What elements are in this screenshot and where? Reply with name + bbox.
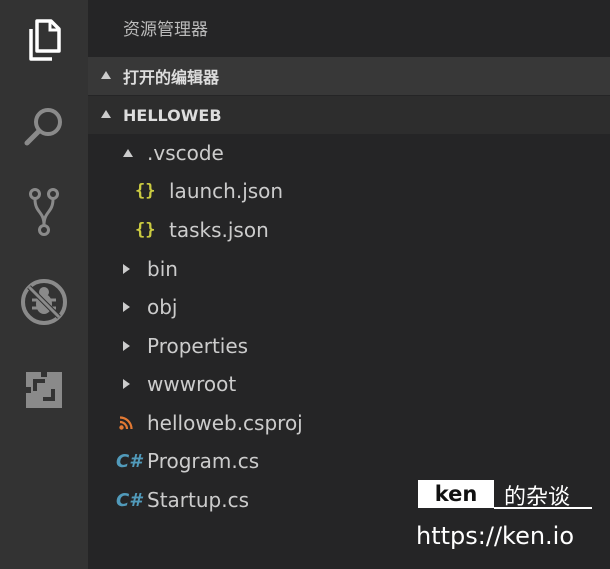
tree-item-label: obj bbox=[147, 295, 178, 319]
tree-item-label: wwwroot bbox=[147, 372, 237, 396]
rss-icon bbox=[119, 416, 133, 430]
tree-item-obj[interactable]: obj bbox=[88, 288, 610, 326]
activity-bar bbox=[0, 0, 88, 569]
tree-item-wwwroot[interactable]: wwwroot bbox=[88, 365, 610, 403]
panel-title: 资源管理器 bbox=[123, 20, 208, 40]
project-section[interactable]: HELLOWEB bbox=[88, 96, 610, 134]
files-icon[interactable] bbox=[0, 0, 88, 80]
search-icon[interactable] bbox=[0, 87, 88, 167]
json-file-icon: {} bbox=[135, 220, 156, 240]
tree-item-label: launch.json bbox=[169, 179, 284, 203]
chevron-right-icon bbox=[123, 341, 130, 351]
tree-item-label: Startup.cs bbox=[147, 488, 250, 512]
open-editors-section[interactable]: 打开的编辑器 bbox=[88, 57, 610, 95]
watermark-url: https://ken.io bbox=[416, 522, 575, 550]
tree-item-tasks-json[interactable]: {} tasks.json bbox=[88, 211, 610, 249]
tree-item-bin[interactable]: bin bbox=[88, 250, 610, 288]
csharp-file-icon: C# bbox=[116, 450, 142, 472]
chevron-right-icon bbox=[123, 264, 130, 274]
watermark-badge: ken 的杂谈 bbox=[418, 480, 592, 510]
chevron-down-icon bbox=[101, 110, 111, 118]
chevron-right-icon bbox=[123, 379, 130, 389]
project-label: HELLOWEB bbox=[123, 105, 222, 125]
tree-item-label: Program.cs bbox=[147, 449, 260, 473]
tree-item-label: .vscode bbox=[147, 141, 224, 165]
tree-item-label: tasks.json bbox=[169, 218, 269, 242]
extensions-icon[interactable] bbox=[0, 350, 88, 430]
tree-item-launch-json[interactable]: {} launch.json bbox=[88, 172, 610, 210]
json-file-icon: {} bbox=[135, 181, 156, 201]
tree-item-vscode[interactable]: .vscode bbox=[88, 134, 610, 172]
tree-item-program-cs[interactable]: C# Program.cs bbox=[88, 442, 610, 480]
source-control-icon[interactable] bbox=[0, 172, 88, 252]
open-editors-label: 打开的编辑器 bbox=[123, 68, 220, 87]
tree-item-label: bin bbox=[147, 257, 178, 281]
debug-icon[interactable] bbox=[0, 262, 88, 342]
chevron-down-icon bbox=[123, 149, 133, 157]
tree-item-properties[interactable]: Properties bbox=[88, 327, 610, 365]
tree-item-label: helloweb.csproj bbox=[147, 411, 303, 435]
chevron-right-icon bbox=[123, 302, 130, 312]
tree-item-label: Properties bbox=[147, 334, 249, 358]
tree-item-csproj[interactable]: helloweb.csproj bbox=[88, 404, 610, 442]
watermark-underline bbox=[494, 507, 592, 509]
csharp-file-icon: C# bbox=[116, 489, 142, 511]
watermark-brand: ken bbox=[418, 480, 494, 508]
chevron-down-icon bbox=[101, 71, 111, 79]
